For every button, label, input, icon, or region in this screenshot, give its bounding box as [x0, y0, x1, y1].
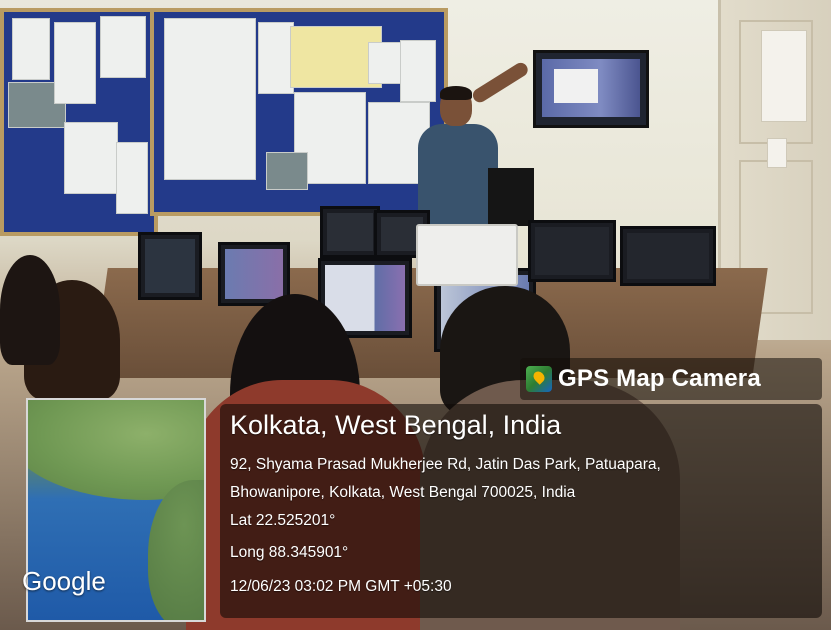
gps-camera-header: GPS Map Camera	[520, 358, 822, 400]
notice-board-middle	[150, 8, 448, 216]
map-attribution: Google	[22, 566, 106, 596]
monitor	[138, 232, 202, 300]
longitude: Long 88.345901°	[230, 544, 349, 561]
monitor	[528, 220, 616, 282]
printer	[416, 224, 518, 286]
address-line-1: 92, Shyama Prasad Mukherjee Rd, Jatin Da…	[230, 456, 661, 473]
location-name: Kolkata, West Bengal, India	[230, 410, 562, 440]
student	[0, 255, 60, 365]
monitor	[620, 226, 716, 286]
cpu-tower	[488, 168, 534, 226]
wall-tv	[533, 50, 649, 128]
app-label: GPS Map Camera	[558, 365, 761, 392]
notice-board-left	[0, 8, 158, 236]
address-line-2: Bhowanipore, Kolkata, West Bengal 700025…	[230, 484, 576, 501]
map-pin-icon	[526, 366, 552, 392]
monitor	[320, 206, 380, 258]
latitude: Lat 22.525201°	[230, 512, 336, 529]
instructor	[410, 86, 500, 228]
timestamp: 12/06/23 03:02 PM GMT +05:30	[230, 578, 452, 595]
